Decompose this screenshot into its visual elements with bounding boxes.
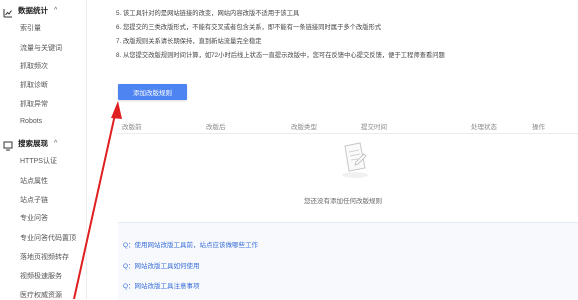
sidebar-item-index[interactable]: 索引量 — [20, 23, 41, 33]
empty-state-text: 您还没有添加任何改版规则 — [304, 198, 382, 205]
sidebar: 数据统计 ^ 索引量 流量与关键词 抓取频次 抓取诊断 抓取异常 Robots … — [0, 0, 87, 299]
column-header: 改版类型 — [291, 124, 317, 131]
sidebar-item-expert-qa[interactable]: 专业问答 — [20, 213, 48, 223]
faq-link[interactable]: Q：网站改版工具注意事项 — [123, 280, 200, 290]
sidebar-item-crawl-frequency[interactable]: 抓取频次 — [20, 61, 48, 71]
sidebar-item-traffic-keywords[interactable]: 流量与关键词 — [20, 43, 62, 53]
column-header: 改版后 — [206, 124, 226, 131]
instruction-note: 6. 您提交的三类改版形式，不能有交叉或者包含关系，即不能有一条链接同时属于多个… — [116, 24, 382, 31]
sidebar-section-label: 数据统计 — [18, 5, 48, 15]
sidebar-section-search-display[interactable]: 搜索展现 ^ — [3, 136, 58, 151]
instruction-note: 7. 改版规则关系请长期保持，直到新站流量完全稳定 — [116, 38, 262, 45]
sidebar-section-data-stats[interactable]: 数据统计 ^ — [3, 3, 58, 18]
display-icon — [3, 138, 13, 151]
faq-link[interactable]: Q：网站改版工具如何使用 — [123, 260, 200, 270]
chevron-up-icon: ^ — [54, 139, 58, 147]
sidebar-item-sitelinks[interactable]: 站点子链 — [20, 195, 48, 205]
sidebar-item-expert-qa-code[interactable]: 专业问答代码置顶 — [20, 233, 76, 243]
column-header: 改版前 — [122, 124, 142, 131]
sidebar-item-crawl-errors[interactable]: 抓取异常 — [20, 99, 48, 109]
sidebar-item-landing-video[interactable]: 落地页视频转存 — [20, 252, 69, 262]
sidebar-item-robots[interactable]: Robots — [20, 118, 42, 125]
sidebar-item-video-speed[interactable]: 视频极速服务 — [20, 271, 62, 281]
column-header: 处理状态 — [471, 124, 497, 131]
sidebar-item-https[interactable]: HTTPS认证 — [20, 156, 57, 166]
sidebar-item-crawl-diagnosis[interactable]: 抓取诊断 — [20, 80, 48, 90]
empty-document-icon — [340, 140, 370, 185]
chart-icon — [3, 5, 13, 18]
column-header: 提交时间 — [361, 124, 387, 131]
column-header: 操作 — [532, 124, 545, 131]
faq-panel: Q：使用网站改版工具前，站点应该做哪些工作 Q：网站改版工具如何使用 Q：网站改… — [118, 222, 578, 300]
add-revision-rule-button[interactable]: 添加改版规则 — [118, 84, 187, 100]
instruction-note: 5. 该工具针对的是网站链接的改变，网站内容改版不适用于该工具 — [116, 10, 300, 17]
rules-table-header: 改版前 改版后 改版类型 提交时间 处理状态 操作 — [116, 117, 578, 134]
main-content: 5. 该工具针对的是网站链接的改变，网站内容改版不适用于该工具 6. 您提交的三… — [108, 0, 578, 300]
faq-link[interactable]: Q：使用网站改版工具前，站点应该做哪些工作 — [123, 239, 258, 249]
chevron-up-icon: ^ — [54, 6, 58, 14]
sidebar-section-label: 搜索展现 — [18, 138, 48, 148]
sidebar-item-site-properties[interactable]: 站点属性 — [20, 176, 48, 186]
instruction-note: 8. 从您提交改版规则时间计算，如72小时后线上状态一直提示改版中，您可在反馈中… — [116, 52, 445, 59]
